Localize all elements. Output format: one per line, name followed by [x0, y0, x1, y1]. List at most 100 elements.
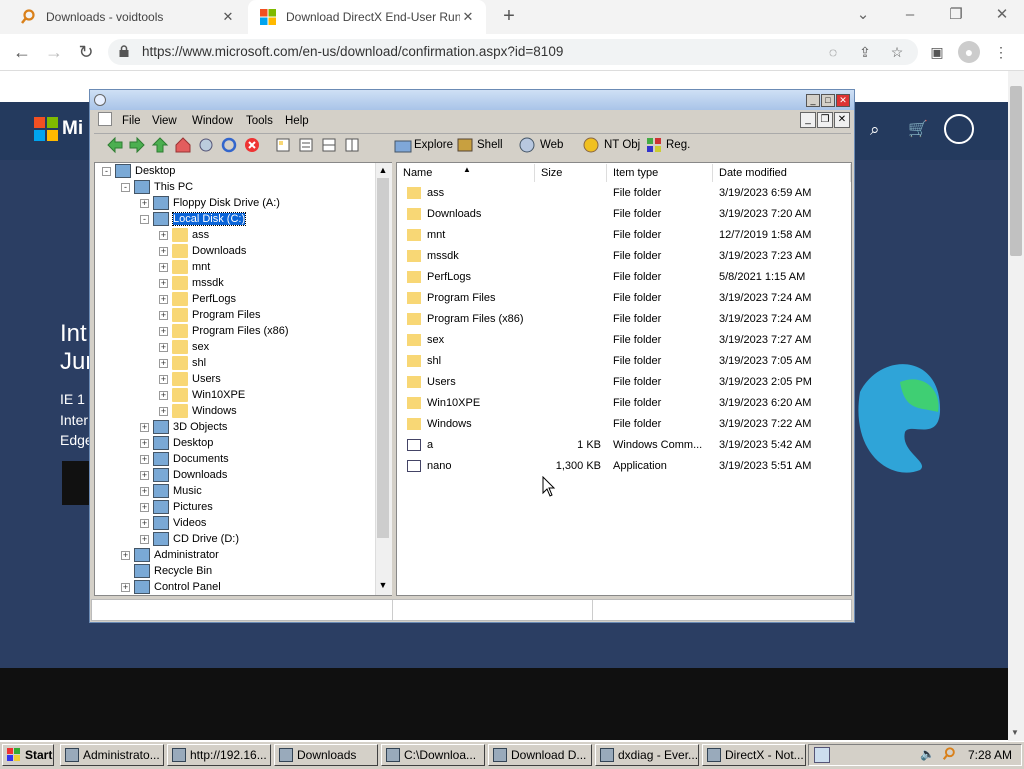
web-globe-icon[interactable] [518, 136, 536, 154]
registry-icon[interactable] [645, 136, 663, 154]
expand-icon[interactable]: + [159, 326, 168, 336]
lock-icon[interactable] [118, 45, 130, 57]
close-window-icon[interactable]: ✕ [836, 94, 850, 107]
list-icon[interactable] [320, 136, 338, 154]
expand-icon[interactable]: + [159, 294, 168, 304]
taskbar-button[interactable]: Download D... [488, 744, 592, 766]
start-button[interactable]: Start [2, 744, 54, 766]
tree-item[interactable]: + Desktop [140, 435, 213, 451]
microsoft-logo-icon[interactable] [34, 117, 58, 141]
search-icon[interactable] [197, 136, 215, 154]
reload-icon[interactable]: ↻ [74, 40, 98, 64]
layout-icon[interactable] [297, 136, 315, 154]
file-row[interactable]: Downloads File folder 3/19/2023 7:20 AM [397, 204, 851, 225]
address-bar[interactable]: https://www.microsoft.com/en-us/download… [108, 39, 918, 65]
back-arrow-icon[interactable]: ← [10, 40, 34, 64]
tree-item[interactable]: + Win10XPE [159, 387, 245, 403]
column-header-date[interactable]: Date modified [713, 164, 851, 182]
file-row[interactable]: Program Files (x86) File folder 3/19/2023 … [397, 309, 851, 330]
taskbar-button[interactable]: http://192.16... [167, 744, 271, 766]
menu-dots-icon[interactable]: ⋮ [990, 41, 1012, 63]
minimize-icon[interactable]: _ [806, 94, 820, 107]
taskbar-button[interactable]: Administrato... [60, 744, 164, 766]
expand-icon[interactable]: + [159, 406, 168, 416]
up-arrow-icon[interactable] [151, 136, 169, 154]
expand-icon[interactable]: + [121, 550, 130, 560]
expand-icon[interactable]: + [159, 358, 168, 368]
nt-obj-button[interactable]: NT Obj [604, 137, 640, 153]
expand-icon[interactable]: + [140, 518, 149, 528]
tree-item[interactable]: + ass [159, 227, 209, 243]
file-row[interactable]: a 1 KB Windows Comm... 3/19/2023 5:42 AM [397, 435, 851, 456]
profile-avatar-icon[interactable]: ● [958, 41, 980, 63]
browser-tab-directx[interactable]: Download DirectX End-User Runtim ✕ [248, 0, 486, 34]
star-icon[interactable]: ☆ [886, 41, 908, 63]
tree-item[interactable]: - This PC [121, 179, 193, 195]
expand-icon[interactable]: + [121, 582, 130, 592]
file-row[interactable]: sex File folder 3/19/2023 7:27 AM [397, 330, 851, 351]
file-row[interactable]: shl File folder 3/19/2023 7:05 AM [397, 351, 851, 372]
refresh-icon[interactable] [220, 136, 238, 154]
page-scrollbar-thumb[interactable] [1010, 86, 1022, 256]
tree-item[interactable]: + shl [159, 355, 206, 371]
cart-icon[interactable]: 🛒 [908, 119, 928, 139]
explore-button[interactable]: Explore [414, 137, 453, 153]
expand-icon[interactable]: + [140, 534, 149, 544]
volume-icon[interactable]: 🔈 [920, 747, 935, 761]
tree-item[interactable]: + PerfLogs [159, 291, 236, 307]
tree-item[interactable]: + Program Files [159, 307, 260, 323]
sidebar-icon[interactable]: ▣ [926, 41, 948, 63]
file-row[interactable]: Users File folder 3/19/2023 2:05 PM [397, 372, 851, 393]
menu-window[interactable]: Window [192, 112, 233, 130]
tree-item[interactable]: + mnt [159, 259, 210, 275]
restore-icon[interactable]: ❐ [942, 4, 970, 26]
file-row[interactable]: PerfLogs File folder 5/8/2021 1:15 AM [397, 267, 851, 288]
expand-icon[interactable]: + [140, 486, 149, 496]
expand-icon[interactable]: + [140, 454, 149, 464]
mdi-restore-icon[interactable]: ❐ [817, 112, 833, 128]
tab-search-chevron-icon[interactable]: ⌄ [849, 4, 877, 26]
tree-item[interactable]: + Downloads [159, 243, 246, 259]
tree-item[interactable]: + Program Files (x86) [159, 323, 289, 339]
back-arrow-icon[interactable] [106, 136, 124, 154]
tree-item[interactable]: - Desktop [102, 163, 175, 179]
tree-item[interactable]: + Documents [140, 451, 229, 467]
expand-icon[interactable]: + [140, 470, 149, 480]
expand-icon[interactable]: + [159, 278, 168, 288]
search-icon[interactable]: ⌕ [870, 120, 890, 140]
collapse-icon[interactable]: - [121, 182, 130, 192]
registry-button[interactable]: Reg. [666, 137, 690, 153]
tree-item[interactable]: + Pictures [140, 499, 213, 515]
file-row[interactable]: nano 1,300 KB Application 3/19/2023 5:51 AM [397, 456, 851, 477]
tree-item[interactable]: + sex [159, 339, 209, 355]
browser-tab-voidtools[interactable]: Downloads - voidtools ✕ [8, 0, 246, 34]
home-icon[interactable] [174, 136, 192, 154]
expand-icon[interactable]: + [159, 374, 168, 384]
folder-tree[interactable] [94, 162, 392, 596]
file-row[interactable]: Win10XPE File folder 3/19/2023 6:20 AM [397, 393, 851, 414]
stop-icon[interactable] [243, 136, 261, 154]
menu-help[interactable]: Help [285, 112, 309, 130]
tree-item[interactable]: + Music [140, 483, 202, 499]
hero-button[interactable] [62, 461, 92, 505]
column-header-size[interactable]: Size [535, 164, 607, 182]
tree-item[interactable]: + Administrator [121, 547, 219, 563]
tree-item[interactable]: + Windows [159, 403, 237, 419]
expand-icon[interactable]: + [140, 438, 149, 448]
scroll-up-arrow-icon[interactable]: ▲ [377, 165, 389, 177]
expand-icon[interactable]: + [140, 502, 149, 512]
expand-icon[interactable]: + [159, 246, 168, 256]
close-tab-icon[interactable]: ✕ [460, 9, 476, 25]
collapse-icon[interactable]: - [140, 214, 149, 224]
tree-item[interactable]: + Videos [140, 515, 206, 531]
columns-icon[interactable] [343, 136, 361, 154]
expand-icon[interactable]: + [159, 310, 168, 320]
menu-view[interactable]: View [152, 112, 177, 130]
mdi-minimize-icon[interactable]: _ [800, 112, 816, 128]
menu-file[interactable]: File [122, 112, 141, 130]
explorer-title-bar[interactable] [90, 90, 854, 110]
account-icon[interactable] [944, 114, 974, 144]
file-row[interactable]: mnt File folder 12/7/2019 1:58 AM [397, 225, 851, 246]
magnifier-icon[interactable] [942, 747, 956, 761]
tree-item[interactable]: - Local Disk (C:) [140, 211, 247, 227]
